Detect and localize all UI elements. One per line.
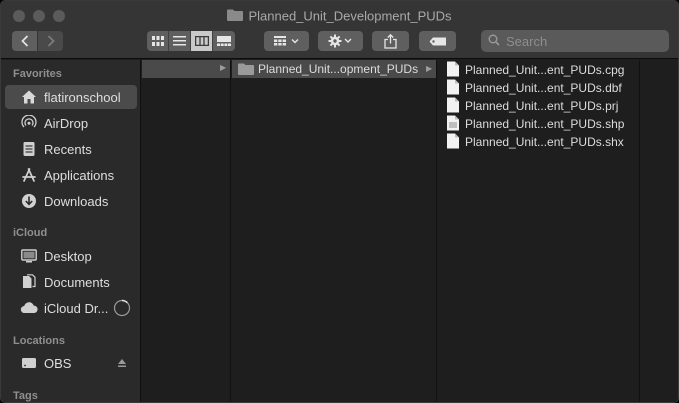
sidebar-item-downloads[interactable]: Downloads — [5, 189, 137, 213]
applications-icon — [19, 165, 39, 185]
column-2: Planned_Unit...opment_PUDs ▶ — [232, 60, 437, 402]
sidebar-item-label: Applications — [44, 167, 115, 183]
document-icon — [446, 79, 465, 98]
icon-view-button[interactable] — [147, 31, 169, 51]
window-title-text: Planned_Unit_Development_PUDs — [248, 8, 452, 24]
sidebar-header-favorites: Favorites — [13, 68, 62, 80]
search-icon — [488, 34, 500, 49]
share-button[interactable] — [372, 31, 409, 51]
sidebar-item-desktop[interactable]: Desktop — [5, 244, 137, 268]
column-4 — [641, 60, 678, 402]
column-view-button[interactable] — [191, 31, 213, 51]
list-view-button[interactable] — [169, 31, 191, 51]
gallery-view-button[interactable] — [213, 31, 235, 51]
action-button[interactable] — [318, 31, 363, 51]
airdrop-icon — [19, 113, 39, 133]
column-view-icon — [194, 34, 209, 49]
sidebar-item-label: Recents — [44, 141, 92, 157]
file-row[interactable]: Planned_Unit...ent_PUDs.shp — [446, 115, 624, 133]
sidebar-item-label: flatironschool — [44, 89, 121, 105]
toolbar: Planned_Unit_Development_PUDs — [1, 1, 678, 59]
sidebar-header-tags: Tags — [13, 390, 38, 402]
view-mode-control — [147, 31, 235, 51]
folder-row-label: Planned_Unit...opment_PUDs — [258, 62, 419, 76]
column-1-selected-row[interactable]: ▶ — [142, 60, 230, 78]
disclosure-arrow-icon: ▶ — [426, 64, 433, 73]
home-icon — [19, 87, 39, 107]
shp-document-icon — [446, 115, 465, 134]
sidebar-item-label: AirDrop — [44, 115, 89, 131]
sidebar-item-icloud-drive[interactable]: iCloud Dr... — [5, 296, 137, 320]
document-icon — [446, 61, 465, 80]
file-row[interactable]: Planned_Unit...ent_PUDs.dbf — [446, 79, 622, 97]
chevron-left-icon — [20, 35, 29, 47]
group-grid-icon — [273, 36, 300, 46]
search-field[interactable] — [481, 30, 669, 52]
documents-icon — [19, 272, 39, 292]
downloads-icon — [19, 191, 39, 211]
disk-icon — [19, 353, 39, 373]
document-icon — [446, 133, 465, 152]
file-row[interactable]: Planned_Unit...ent_PUDs.prj — [446, 97, 618, 115]
sidebar-item-applications[interactable]: Applications — [5, 163, 137, 187]
recents-icon — [19, 139, 39, 159]
sidebar-header-locations: Locations — [13, 335, 65, 347]
sidebar: Favorites flatironschool AirDrop Recents… — [1, 60, 141, 402]
folder-row[interactable]: Planned_Unit...opment_PUDs ▶ — [232, 60, 436, 78]
forward-button[interactable] — [38, 31, 63, 51]
tag-icon — [429, 37, 447, 46]
sidebar-item-documents[interactable]: Documents — [5, 270, 137, 294]
file-name: Planned_Unit...ent_PUDs.prj — [465, 99, 619, 113]
file-row[interactable]: Planned_Unit...ent_PUDs.cpg — [446, 61, 624, 79]
sidebar-item-label: iCloud Dr... — [44, 300, 109, 316]
gear-icon — [328, 34, 354, 48]
sidebar-item-obs[interactable]: OBS — [5, 351, 137, 375]
column-3: Planned_Unit...ent_PUDs.cpg Planned_Unit… — [438, 60, 640, 402]
desktop-icon — [19, 246, 39, 266]
file-name: Planned_Unit...ent_PUDs.shx — [465, 135, 624, 149]
sidebar-item-label: Downloads — [44, 193, 109, 209]
sidebar-item-label: OBS — [44, 355, 72, 371]
icloud-drive-icon — [19, 298, 39, 318]
file-name: Planned_Unit...ent_PUDs.cpg — [465, 63, 625, 77]
back-button[interactable] — [12, 31, 37, 51]
folder-icon — [238, 63, 254, 75]
document-icon — [446, 97, 465, 116]
file-name: Planned_Unit...ent_PUDs.shp — [465, 117, 625, 131]
folder-icon — [227, 8, 244, 26]
finder-window: Planned_Unit_Development_PUDs Search Fav… — [0, 0, 679, 403]
sidebar-item-label: Documents — [44, 274, 110, 290]
file-row[interactable]: Planned_Unit...ent_PUDs.shx — [446, 133, 624, 151]
window-title: Planned_Unit_Development_PUDs — [1, 7, 678, 25]
icon-view-icon — [151, 34, 164, 49]
sidebar-item-recents[interactable]: Recents — [5, 137, 137, 161]
list-view-icon — [173, 34, 186, 49]
share-icon — [384, 33, 397, 49]
search-input[interactable] — [506, 33, 666, 49]
column-1: ▶ — [142, 60, 231, 402]
sync-progress-icon — [113, 299, 131, 320]
sidebar-item-airdrop[interactable]: AirDrop — [5, 111, 137, 135]
sidebar-item-flatironschool[interactable]: flatironschool — [5, 85, 137, 109]
sidebar-header-icloud: iCloud — [13, 227, 48, 239]
eject-icon[interactable] — [117, 356, 127, 371]
sidebar-item-label: Desktop — [44, 248, 92, 264]
gallery-view-icon — [217, 34, 231, 49]
file-name: Planned_Unit...ent_PUDs.dbf — [465, 81, 622, 95]
disclosure-arrow-icon: ▶ — [220, 63, 227, 72]
chevron-right-icon — [47, 35, 55, 47]
group-button[interactable] — [264, 31, 309, 51]
tag-button[interactable] — [419, 31, 456, 51]
